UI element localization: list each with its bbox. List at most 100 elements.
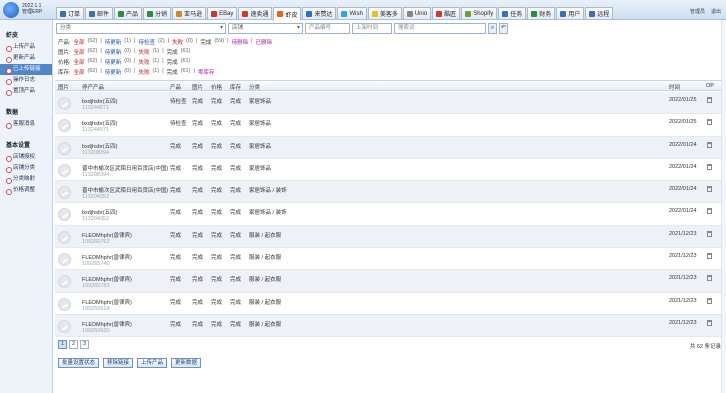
filter-option[interactable]: 完成 <box>167 48 178 56</box>
search-icon[interactable]: ⌕ <box>488 23 497 34</box>
sidebar-item[interactable]: 店铺授权 <box>0 152 52 163</box>
batch-status-button[interactable]: 批量设置状态 <box>58 358 100 368</box>
filter-option[interactable]: 全部 <box>74 58 85 66</box>
sku-input[interactable]: 产品编号 <box>305 23 350 34</box>
table-row[interactable]: FLEDMhphr(兽律宾) 109250630 完成 完成 完成 完成 服装 / 起衣服 2… <box>55 314 721 338</box>
table-row[interactable]: 晋中市榆次区武陌日用百货店(中国) 113204352 完成 完成 完成 完成 家居饰品 /… <box>55 181 721 204</box>
product-name[interactable]: FLEDMhphr(兽律宾) <box>82 275 132 283</box>
filter-option[interactable]: 全部 <box>74 38 85 46</box>
filter-option[interactable]: 待检查 <box>138 38 155 46</box>
tab-13[interactable]: Shopify <box>461 7 498 19</box>
trash-icon[interactable] <box>707 297 712 304</box>
trash-icon[interactable] <box>707 186 712 193</box>
tab-0[interactable]: 订单 <box>56 7 85 19</box>
page-button[interactable]: 1 <box>58 340 67 349</box>
sidebar-item[interactable]: 操作日志 <box>0 75 52 86</box>
upload-product-button[interactable]: 上传产品 <box>137 358 168 368</box>
product-thumbnail[interactable] <box>58 97 71 110</box>
undo-icon[interactable]: ↶ <box>499 23 508 34</box>
sidebar-item[interactable]: 置顶产品 <box>0 86 52 97</box>
sidebar-item[interactable]: 更新产品 <box>0 53 52 64</box>
sidebar-item[interactable]: 上传产品 <box>0 42 52 53</box>
table-row[interactable]: 晋中市榆次区武陌日用百货店(中国) 113208394 完成 完成 完成 完成 家居饰品 20… <box>55 159 721 182</box>
tab-2[interactable]: 产品 <box>114 7 143 19</box>
filter-option[interactable]: 全部 <box>74 48 85 56</box>
product-thumbnail[interactable] <box>58 319 71 333</box>
keyword-input[interactable]: 搜索词 <box>394 23 486 34</box>
table-row[interactable]: FLEDMhphr(兽律宾) 109265763 完成 完成 完成 完成 服装 / 起衣服 2… <box>55 225 721 249</box>
tab-17[interactable]: 远程 <box>585 7 614 19</box>
scrollbar[interactable] <box>721 20 726 393</box>
table-row[interactable]: FLEDMhphr(兽律宾) 109265740 完成 完成 完成 完成 服装 / 起衣服 2… <box>55 248 721 271</box>
sidebar-item[interactable]: 分类映射 <box>0 174 52 185</box>
product-name[interactable]: FLEDMhphr(兽律宾) <box>82 320 132 328</box>
page-button[interactable]: 2 <box>69 340 78 349</box>
product-name[interactable]: bxdjhsbr(五四) <box>82 142 117 150</box>
trash-icon[interactable] <box>707 97 712 103</box>
filter-option[interactable]: 已删除 <box>256 38 273 46</box>
trash-icon[interactable] <box>707 253 712 260</box>
table-row[interactable]: bxdjhsbr(五四) 113244571 待检查 完成 完成 完成 家居饰品 2022/0… <box>55 114 721 137</box>
filter-option[interactable]: 待更新 <box>105 68 122 76</box>
product-thumbnail[interactable] <box>58 297 71 311</box>
filter-option[interactable]: 完成 <box>200 38 211 46</box>
page-button[interactable]: 3 <box>80 340 89 349</box>
filter-option[interactable]: 待更新 <box>105 48 122 56</box>
trash-icon[interactable] <box>707 319 712 326</box>
filter-option[interactable]: 待更新 <box>105 38 122 46</box>
table-row[interactable]: bxdjhsbr(五四) 113204352 完成 完成 完成 完成 家居饰品 / 装饰 20… <box>55 203 721 226</box>
tab-1[interactable]: 邮件 <box>85 7 114 19</box>
product-thumbnail[interactable] <box>58 163 71 177</box>
sidebar-item[interactable]: 价格调整 <box>0 185 52 196</box>
table-row[interactable]: bxdjhsbr(五四) 113208394 完成 完成 完成 完成 家居饰品 2022/01… <box>55 136 721 159</box>
trash-icon[interactable] <box>707 208 712 215</box>
trash-icon[interactable] <box>707 230 712 237</box>
product-thumbnail[interactable] <box>58 208 71 222</box>
tab-11[interactable]: Unio <box>402 7 432 19</box>
product-name[interactable]: bxdjhsbr(五四) <box>82 208 117 216</box>
filter-option[interactable]: 待更新 <box>105 58 122 66</box>
date-input[interactable]: 上架时间 <box>352 23 392 34</box>
product-name[interactable]: FLEDMhphr(兽律宾) <box>82 253 132 261</box>
product-thumbnail[interactable] <box>58 141 71 155</box>
logout-link[interactable]: 退出 <box>711 8 721 15</box>
product-name[interactable]: 晋中市榆次区武陌日用百货店(中国) <box>82 186 168 194</box>
tab-15[interactable]: 财务 <box>527 7 556 19</box>
product-name[interactable]: FLEDMhphr(兽律宾) <box>82 298 132 306</box>
product-thumbnail[interactable] <box>58 119 71 133</box>
product-name[interactable]: FLEDMhphr(兽律宾) <box>82 231 132 239</box>
filter-option[interactable]: 失败 <box>138 68 149 76</box>
trash-icon[interactable] <box>707 119 712 126</box>
remove-link-button[interactable]: 移除链接 <box>103 358 134 368</box>
filter-option[interactable]: 失败 <box>172 38 183 46</box>
table-row[interactable]: FLEDMhphr(兽律宾) 109265783 完成 完成 完成 完成 服装 / 起衣服 2… <box>55 270 721 293</box>
filter-option[interactable]: 失败 <box>138 48 149 56</box>
user-name[interactable]: 管理员 <box>690 8 705 15</box>
tab-7[interactable]: 虾皮 <box>273 7 302 20</box>
tab-12[interactable]: 酷匠 <box>432 7 461 19</box>
trash-icon[interactable] <box>707 141 712 148</box>
tab-14[interactable]: 任务 <box>498 7 527 19</box>
filter-option[interactable]: 全部 <box>74 68 85 76</box>
store-select[interactable]: 店铺 <box>228 23 303 34</box>
filter-option[interactable]: 零库存 <box>198 68 215 76</box>
tab-16[interactable]: 用户 <box>556 7 585 19</box>
product-name[interactable]: bxdjhsbr(五四) <box>82 97 117 105</box>
trash-icon[interactable] <box>707 163 712 170</box>
table-row[interactable]: FLEDMhphr(兽律宾) 109250614 完成 完成 完成 完成 服装 / 起衣服 2… <box>55 293 721 315</box>
tab-10[interactable]: 美客多 <box>367 7 402 19</box>
sidebar-item[interactable]: 客服消息 <box>0 119 52 130</box>
tab-9[interactable]: Wish <box>337 7 367 19</box>
product-name[interactable]: bxdjhsbr(五四) <box>82 119 117 127</box>
product-thumbnail[interactable] <box>58 230 71 244</box>
tab-3[interactable]: 分销 <box>143 7 172 19</box>
tab-5[interactable]: EBay <box>207 7 238 19</box>
filter-option[interactable]: 失败 <box>138 58 149 66</box>
tab-8[interactable]: 来赞达 <box>302 7 337 19</box>
product-name[interactable]: 晋中市榆次区武陌日用百货店(中国) <box>82 164 168 172</box>
tab-6[interactable]: 速卖通 <box>238 7 273 19</box>
product-thumbnail[interactable] <box>58 275 71 289</box>
filter-option[interactable]: 待删除 <box>232 38 249 46</box>
sidebar-item[interactable]: 店铺分类 <box>0 163 52 174</box>
sidebar-item[interactable]: 已上传链接 <box>0 64 52 75</box>
